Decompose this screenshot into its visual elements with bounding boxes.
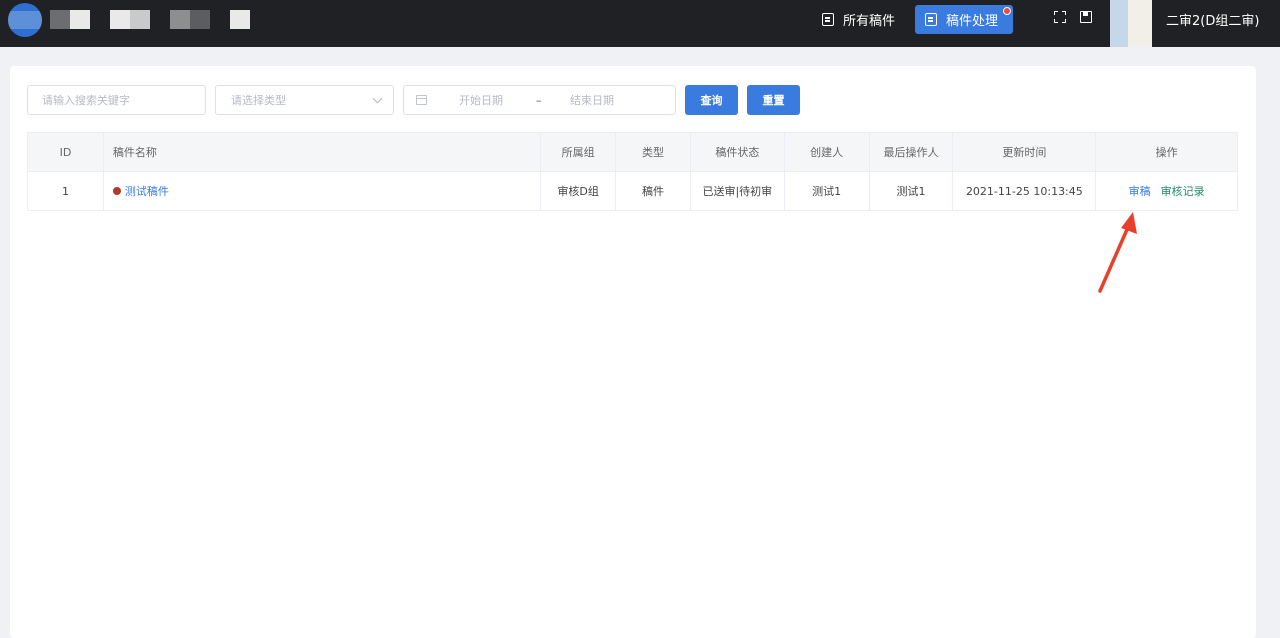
header-type: 类型: [616, 133, 691, 171]
calendar-icon: [416, 95, 427, 105]
cell-updated: 2021-11-25 10:13:45: [953, 172, 1097, 210]
cell-group: 审核D组: [541, 172, 617, 210]
end-date-placeholder[interactable]: 结束日期: [570, 92, 614, 108]
top-bar: 所有稿件 稿件处理 二审2(D组二审): [0, 0, 1280, 47]
cell-actions: 审稿 审核记录: [1096, 172, 1237, 210]
search-placeholder: 请输入搜索关键字: [42, 94, 130, 107]
header-id: ID: [28, 133, 104, 171]
start-date-placeholder[interactable]: 开始日期: [459, 92, 503, 108]
nav-all-manuscripts[interactable]: 所有稿件: [812, 5, 905, 34]
avatar[interactable]: [1110, 0, 1152, 47]
header-group: 所属组: [541, 133, 617, 171]
table-header: ID 稿件名称 所属组 类型 稿件状态 创建人 最后操作人 更新时间 操作: [28, 133, 1237, 171]
type-select[interactable]: 请选择类型: [215, 85, 394, 115]
cell-creator: 测试1: [785, 172, 870, 210]
edit-document-icon: [925, 13, 937, 26]
cell-id: 1: [28, 172, 104, 210]
header-last-operator: 最后操作人: [870, 133, 954, 171]
table-row: 1 测试稿件 审核D组 稿件 已送审|待初审 测试1 测试1 2021-11-2…: [28, 171, 1237, 210]
manuscript-title-link[interactable]: 测试稿件: [125, 183, 169, 199]
fullscreen-icon[interactable]: [1054, 11, 1066, 23]
reset-button[interactable]: 重置: [747, 85, 800, 115]
cell-status: 已送审|待初审: [691, 172, 785, 210]
date-separator: –: [536, 93, 542, 107]
type-placeholder: 请选择类型: [231, 94, 286, 107]
nav-label: 所有稿件: [843, 14, 896, 29]
header-name: 稿件名称: [104, 133, 542, 171]
header-updated: 更新时间: [953, 133, 1097, 171]
nav-manuscript-processing[interactable]: 稿件处理: [915, 5, 1013, 34]
blurred-title: [0, 10, 260, 29]
nav-label: 稿件处理: [946, 14, 999, 29]
annotation-arrow-icon: [1098, 212, 1137, 293]
cell-last-operator: 测试1: [870, 172, 954, 210]
save-icon[interactable]: [1080, 11, 1092, 23]
header-actions: 操作: [1155, 146, 1178, 159]
notification-dot: [1003, 7, 1011, 15]
query-button[interactable]: 查询: [685, 85, 738, 115]
date-range-picker[interactable]: 开始日期 – 结束日期: [403, 85, 676, 115]
document-icon: [822, 13, 834, 26]
manuscript-table: ID 稿件名称 所属组 类型 稿件状态 创建人 最后操作人 更新时间 操作 1 …: [27, 132, 1238, 211]
review-history-link[interactable]: 审核记录: [1161, 183, 1205, 199]
header-status: 稿件状态: [691, 133, 785, 171]
header-creator: 创建人: [785, 133, 870, 171]
chevron-down-icon: [372, 93, 383, 104]
cell-name: 测试稿件: [104, 172, 542, 210]
cell-type: 稿件: [616, 172, 691, 210]
status-dot: [112, 187, 121, 195]
user-name[interactable]: 二审2(D组二审): [1166, 10, 1259, 29]
search-input[interactable]: 请输入搜索关键字: [27, 85, 206, 115]
review-link[interactable]: 审稿: [1129, 183, 1151, 199]
